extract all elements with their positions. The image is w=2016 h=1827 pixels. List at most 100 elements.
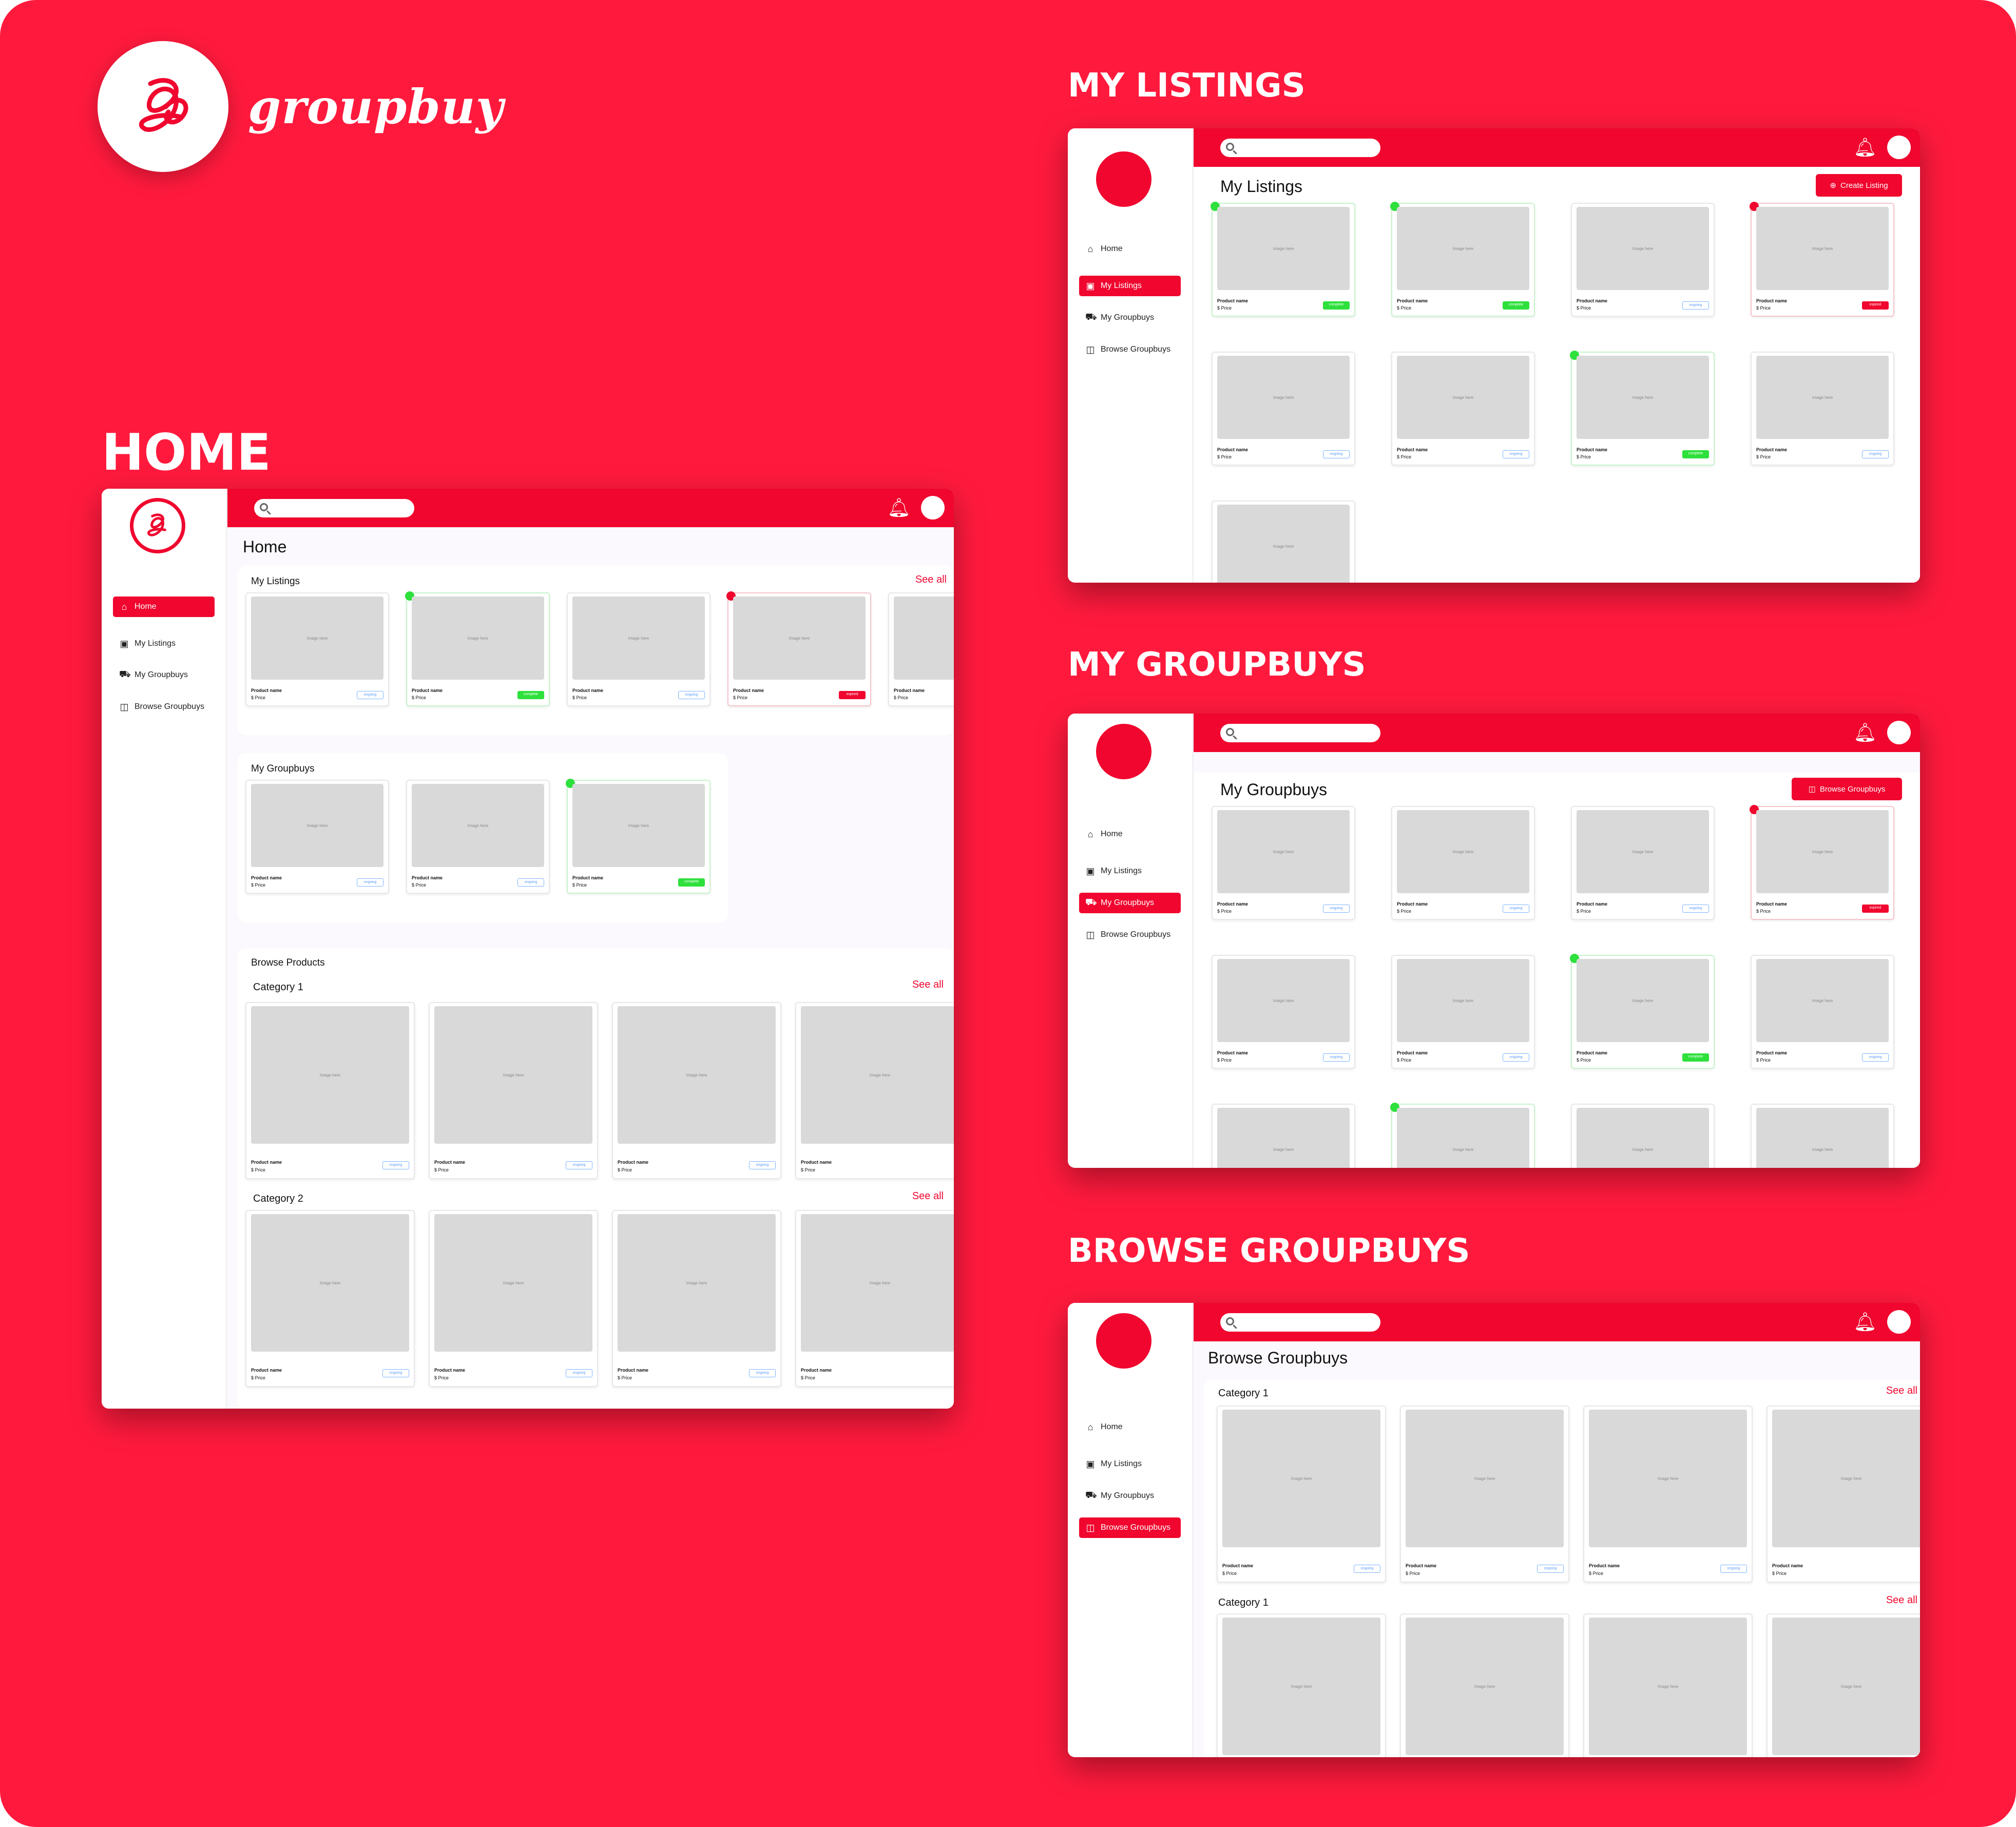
see-all-link[interactable]: See all (1886, 1594, 1917, 1606)
groupbuy-card[interactable]: Image here Product name $ Price complete (566, 779, 711, 894)
nav-home[interactable]: ⌂ Home (113, 597, 215, 617)
search-input[interactable] (1220, 139, 1380, 157)
listing-card[interactable]: Image here Product name $ Price ongoing (1571, 203, 1715, 317)
groupbuy-card[interactable]: Image here (1571, 1104, 1715, 1168)
nav-label: My Listings (1101, 1459, 1142, 1468)
listing-card[interactable]: Image here Product name $ Price complete (1570, 351, 1715, 466)
notification-bell-icon[interactable]: 🔔︎ (887, 496, 911, 520)
search-input[interactable] (254, 499, 414, 517)
avatar[interactable] (1887, 1310, 1911, 1334)
nav-home[interactable]: ⌂ Home (1079, 824, 1181, 844)
search-input[interactable] (1220, 724, 1380, 742)
listing-card[interactable]: Image here Product name $ Price complete (1211, 202, 1355, 317)
browse-groupbuys-button[interactable]: ◫ Browse Groupbuys (1792, 778, 1902, 800)
product-image: Image here (1589, 1618, 1747, 1755)
nav-browse-groupbuys[interactable]: ◫ Browse Groupbuys (1079, 339, 1181, 360)
product-price: $ Price (251, 695, 266, 700)
product-image: Image here (733, 597, 866, 680)
groupbuy-card[interactable]: Image here (1212, 1104, 1355, 1168)
product-card[interactable]: Image here (1767, 1613, 1920, 1757)
home-icon: ⌂ (121, 601, 127, 612)
product-image: Image here (1397, 1108, 1529, 1168)
product-card[interactable]: Image here Product name $ Price ongoing (245, 1210, 415, 1387)
nav-my-listings[interactable]: ▣ My Listings (1079, 1454, 1181, 1474)
listing-card[interactable]: Image here Product name $ Price complete (405, 591, 550, 706)
product-card[interactable]: Image here Product name $ Price (795, 1210, 954, 1387)
nav-my-listings[interactable]: ▣ My Listings (113, 633, 215, 654)
product-card[interactable]: Image here (1583, 1613, 1753, 1757)
product-name: Product name (733, 688, 764, 693)
groupbuy-card[interactable]: Image here Product name $ Price ongoing (245, 780, 389, 894)
product-card[interactable]: Image here Product name $ Price ongoing (1583, 1406, 1753, 1583)
app-logo[interactable] (1096, 724, 1151, 779)
nav-home[interactable]: ⌂ Home (1079, 239, 1181, 259)
nav-my-groupbuys[interactable]: ⛟ My Groupbuys (1079, 307, 1181, 328)
nav-my-listings[interactable]: ▣ My Listings (1079, 861, 1181, 881)
groupbuy-card[interactable]: Image here Product name $ Price complete (1570, 954, 1715, 1069)
nav-my-listings[interactable]: ▣ My Listings (1079, 276, 1181, 296)
groupbuy-card[interactable]: Image here Product name $ Price ongoing (406, 780, 550, 894)
groupbuy-card[interactable]: Image here Product name $ Price expired (1750, 805, 1894, 920)
product-price: $ Price (618, 1167, 632, 1172)
product-image: Image here (434, 1006, 592, 1144)
product-image: Image here (251, 597, 383, 680)
listing-card[interactable]: Image here (1212, 501, 1355, 583)
product-card[interactable]: Image here Product name $ Price ongoing (612, 1210, 781, 1387)
app-logo[interactable] (130, 498, 185, 553)
see-all-link[interactable]: See all (912, 1190, 944, 1202)
product-image: Image here (1756, 810, 1889, 893)
listing-card[interactable]: Image here Product name $ Price complete (1390, 202, 1535, 317)
listing-card[interactable]: Image here Product name $ Price ongoing (1391, 352, 1535, 466)
search-input[interactable] (1220, 1313, 1380, 1332)
listing-card[interactable]: Image here Product name $ Price expired (726, 591, 871, 706)
nav-my-groupbuys[interactable]: ⛟ My Groupbuys (1079, 893, 1181, 913)
product-card[interactable]: Image here Product name $ Price ongoing (429, 1002, 598, 1179)
groupbuy-card[interactable]: Image here Product name $ Price ongoing (1391, 806, 1535, 920)
avatar[interactable] (921, 496, 945, 520)
app-logo[interactable] (1096, 1313, 1151, 1369)
product-card[interactable]: Image here Product name $ Price ongoing (612, 1002, 781, 1179)
product-price: $ Price (251, 882, 266, 888)
groupbuy-card[interactable]: Image here Product name $ Price ongoing (1571, 806, 1715, 920)
product-image: Image here (1397, 959, 1529, 1042)
product-image: Image here (1577, 959, 1709, 1042)
product-card[interactable]: Image here Product name $ Price ongoing (245, 1002, 415, 1179)
avatar[interactable] (1887, 721, 1911, 744)
product-card[interactable]: Image here (1217, 1613, 1386, 1757)
nav-browse-groupbuys[interactable]: ◫ Browse Groupbuys (1079, 1517, 1181, 1538)
see-all-link[interactable]: See all (915, 574, 947, 586)
nav-home[interactable]: ⌂ Home (1079, 1417, 1181, 1437)
product-card[interactable]: Image here Product name $ Price ongoing (429, 1210, 598, 1387)
listing-card[interactable]: Product name $ Price (888, 592, 954, 706)
listing-card[interactable]: Image here Product name $ Price ongoing (1212, 352, 1355, 466)
product-card[interactable]: Image here (1400, 1613, 1569, 1757)
groupbuy-card[interactable]: Image here Product name $ Price ongoing (1212, 955, 1355, 1069)
product-card[interactable]: Image here Product name $ Price ongoing (1400, 1406, 1569, 1583)
avatar[interactable] (1887, 136, 1911, 159)
groupbuy-card[interactable]: Image here (1390, 1103, 1535, 1168)
listing-card[interactable]: Image here Product name $ Price expired (1750, 202, 1894, 317)
product-card[interactable]: Image here Product name $ Price (795, 1002, 954, 1179)
product-card[interactable]: Image here Product name $ Price ongoing (1217, 1406, 1386, 1583)
groupbuy-card[interactable]: Image here Product name $ Price ongoing (1212, 806, 1355, 920)
notification-bell-icon[interactable]: 🔔︎ (1853, 721, 1877, 744)
see-all-link[interactable]: See all (1886, 1385, 1917, 1397)
app-logo[interactable] (1096, 151, 1151, 207)
listing-card[interactable]: Image here Product name $ Price ongoing (1751, 352, 1894, 466)
nav-my-groupbuys[interactable]: ⛟ My Groupbuys (113, 665, 215, 685)
create-listing-button[interactable]: ⊕ Create Listing (1816, 174, 1902, 197)
product-image: Image here (1756, 1108, 1889, 1168)
status-badge: complete (1682, 450, 1709, 458)
listing-card[interactable]: Image here Product name $ Price ongoing (567, 592, 711, 706)
notification-bell-icon[interactable]: 🔔︎ (1853, 1310, 1877, 1334)
nav-my-groupbuys[interactable]: ⛟ My Groupbuys (1079, 1486, 1181, 1506)
product-card[interactable]: Image here Product name $ Price (1767, 1406, 1920, 1583)
nav-browse-groupbuys[interactable]: ◫ Browse Groupbuys (113, 697, 215, 717)
groupbuy-card[interactable]: Image here (1751, 1104, 1894, 1168)
nav-browse-groupbuys[interactable]: ◫ Browse Groupbuys (1079, 925, 1181, 945)
listing-card[interactable]: Image here Product name $ Price ongoing (245, 592, 389, 706)
notification-bell-icon[interactable]: 🔔︎ (1853, 136, 1877, 159)
groupbuy-card[interactable]: Image here Product name $ Price ongoing (1391, 955, 1535, 1069)
groupbuy-card[interactable]: Image here Product name $ Price ongoing (1751, 955, 1894, 1069)
see-all-link[interactable]: See all (912, 979, 944, 991)
